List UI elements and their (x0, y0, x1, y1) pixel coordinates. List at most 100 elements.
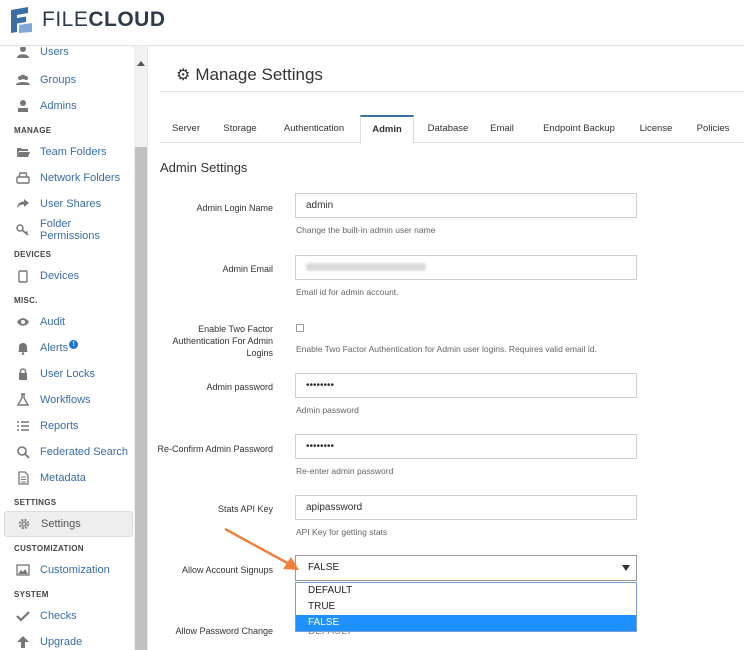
sidebar-item-folder-permissions[interactable]: Folder Permissions (0, 218, 134, 242)
admin-icon (16, 99, 30, 113)
sidebar-header-settings: SETTINGS (14, 498, 57, 507)
sidebar-item-label: Network Folders (40, 172, 121, 184)
share-icon (16, 197, 30, 211)
stats-api-key-help: API Key for getting stats (296, 527, 388, 537)
two-factor-help: Enable Two Factor Authentication for Adm… (296, 344, 597, 354)
image-icon (16, 563, 30, 577)
tab-authentication[interactable]: Authentication (272, 115, 356, 143)
sidebar-item-groups[interactable]: Groups (0, 68, 134, 92)
chevron-down-icon (622, 565, 630, 571)
check-icon (16, 609, 30, 623)
tab-storage[interactable]: Storage (215, 115, 265, 143)
sidebar-item-label: Audit (40, 316, 66, 328)
sidebar-item-label: Federated Search (40, 446, 129, 458)
sidebar-item-settings[interactable]: Settings (4, 511, 133, 537)
tab-database[interactable]: Database (418, 115, 478, 143)
allow-password-change-value[interactable]: DEFAULT (308, 632, 352, 636)
sidebar-item-workflows[interactable]: Workflows (0, 388, 134, 412)
logo-text: FILECLOUD (42, 8, 166, 31)
sidebar-item-customization[interactable]: Customization (0, 558, 134, 582)
sidebar-item-team-folders[interactable]: Team Folders (0, 140, 134, 164)
sidebar-item-admins[interactable]: Admins (0, 94, 134, 118)
sidebar-header-system: SYSTEM (14, 590, 49, 599)
sidebar-scroll-thumb[interactable] (135, 147, 147, 650)
device-icon (16, 269, 30, 283)
sidebar-item-label: Workflows (40, 394, 91, 406)
filecloud-logo-icon (11, 7, 32, 33)
sidebar-item-checks[interactable]: Checks (0, 604, 134, 628)
admin-password-input[interactable]: •••••••• (295, 373, 637, 398)
admin-password-help: Admin password (296, 405, 359, 415)
sidebar-item-upgrade[interactable]: Upgrade (0, 630, 134, 650)
tab-endpoint-backup[interactable]: Endpoint Backup (532, 115, 626, 143)
admin-email-input[interactable] (295, 255, 637, 280)
sidebar-item-user-locks[interactable]: User Locks (0, 362, 134, 386)
sidebar-header-manage: MANAGE (14, 126, 52, 135)
option-default[interactable]: DEFAULT (296, 583, 636, 599)
option-false[interactable]: FALSE (296, 615, 636, 631)
gear-icon (17, 517, 31, 531)
confirm-password-label: Re-Confirm Admin Password (157, 444, 273, 454)
sidebar-item-label: Settings (41, 518, 81, 530)
section-title: Admin Settings (160, 160, 248, 175)
sidebar-item-label: Checks (40, 610, 77, 622)
tab-admin[interactable]: Admin (360, 115, 414, 144)
stats-api-key-label: Stats API Key (217, 504, 273, 514)
sidebar-scrollbar[interactable] (134, 47, 147, 650)
sidebar-header-devices: DEVICES (14, 250, 52, 259)
sidebar: Users Groups Admins MANAGE Team Folders … (0, 47, 148, 650)
gear-icon: ⚙ (176, 67, 191, 84)
tab-policies[interactable]: Policies (688, 115, 738, 143)
sidebar-header-customization: CUSTOMIZATION (14, 544, 84, 553)
stats-api-key-input[interactable]: apipassword (295, 495, 637, 520)
tab-license[interactable]: License (632, 115, 680, 143)
sidebar-item-alerts[interactable]: Alerts ! (0, 336, 134, 360)
two-factor-label: Enable Two Factor Authentication For Adm… (172, 324, 273, 358)
option-true[interactable]: TRUE (296, 599, 636, 615)
main-content: ⚙ Manage Settings Server Storage Authent… (148, 47, 744, 650)
page-title-text: Manage Settings (195, 65, 323, 84)
tab-email[interactable]: Email (482, 115, 522, 143)
admin-login-input[interactable]: admin (295, 193, 637, 218)
sidebar-item-user-shares[interactable]: User Shares (0, 192, 134, 216)
admin-password-label: Admin password (206, 382, 273, 392)
user-icon (16, 47, 30, 59)
scroll-up-icon[interactable] (137, 61, 145, 66)
sidebar-item-devices[interactable]: Devices (0, 264, 134, 288)
sidebar-item-network-folders[interactable]: Network Folders (0, 166, 134, 190)
tab-server[interactable]: Server (160, 115, 212, 143)
allow-signups-select[interactable]: FALSE (295, 555, 637, 581)
sidebar-item-label: Groups (40, 74, 77, 86)
sidebar-item-label: Team Folders (40, 146, 107, 158)
search-icon (16, 445, 30, 459)
eye-icon (16, 315, 30, 329)
sidebar-item-label: Metadata (40, 472, 86, 484)
allow-signups-dropdown: DEFAULT TRUE FALSE (295, 582, 637, 632)
sidebar-item-label: User Shares (40, 198, 102, 210)
list-icon (16, 419, 30, 433)
divider (160, 91, 744, 92)
file-icon (16, 471, 30, 485)
sidebar-item-metadata[interactable]: Metadata (0, 466, 134, 490)
admin-login-help: Change the built-in admin user name (296, 225, 436, 235)
sidebar-item-label: Alerts (40, 342, 69, 354)
sidebar-item-audit[interactable]: Audit (0, 310, 134, 334)
sidebar-item-reports[interactable]: Reports (0, 414, 134, 438)
two-factor-checkbox[interactable] (296, 324, 304, 332)
sidebar-item-label: User Locks (40, 368, 96, 380)
sidebar-item-users[interactable]: Users (0, 47, 134, 61)
redacted-email (306, 263, 426, 272)
sidebar-header-misc: MISC. (14, 296, 38, 305)
sidebar-item-federated-search[interactable]: Federated Search (0, 440, 134, 464)
filecloud-logo[interactable]: FILECLOUD (8, 6, 166, 34)
admin-login-label: Admin Login Name (196, 203, 273, 213)
alerts-badge: ! (69, 339, 79, 349)
sidebar-item-label: Upgrade (40, 636, 83, 648)
confirm-password-input[interactable]: •••••••• (295, 434, 637, 459)
users-icon (16, 73, 30, 87)
annotation-arrow-icon (224, 527, 299, 570)
sidebar-item-label: Devices (40, 270, 80, 282)
hdd-icon (16, 171, 30, 185)
bell-icon (16, 341, 30, 355)
admin-email-help: Email id for admin account. (296, 287, 399, 297)
